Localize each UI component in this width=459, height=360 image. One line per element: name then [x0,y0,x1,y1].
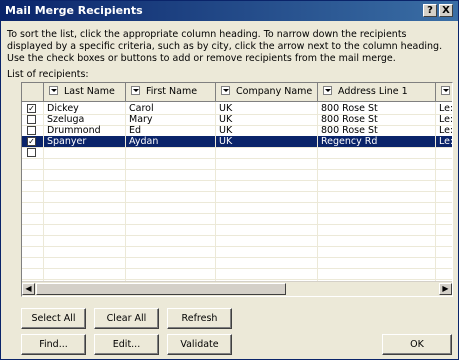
table-cell: Drummond [44,125,126,136]
table-cell: Regency Rd [318,136,436,147]
filter-arrow-icon[interactable] [221,86,230,95]
mail-merge-recipients-dialog: Mail Merge Recipients ? X To sort the li… [0,0,459,360]
grid-row-line [22,224,452,225]
table-cell: 800 Rose St [318,125,436,136]
grid-column-line [43,102,44,282]
grid-row-line [22,202,452,203]
grid-row-line [22,169,452,170]
grid-row-line [22,158,452,159]
recipient-checkbox[interactable]: ✓ [27,104,36,113]
table-cell [216,147,318,158]
table-row[interactable] [22,147,452,158]
header-checkbox-column [22,83,44,102]
grid-column-line [317,102,318,282]
table-cell: Le: [436,125,452,136]
filter-arrow-icon[interactable] [441,86,450,95]
grid-row-line [22,213,452,214]
refresh-button[interactable]: Refresh [167,308,232,329]
grid-column-line [215,102,216,282]
column-header-last-name[interactable]: Last Name [44,83,126,102]
table-cell: UK [216,103,318,114]
table-cell: Le: [436,103,452,114]
filter-arrow-icon[interactable] [323,86,332,95]
close-button[interactable]: X [439,4,453,17]
recipients-list[interactable]: Last Name First Name Company Name Addres… [21,82,453,297]
table-cell: Carol [126,103,216,114]
grid-row-line [22,191,452,192]
table-row[interactable]: ✓ Dickey Carol UK 800 Rose St Le: [22,103,452,114]
horizontal-scrollbar[interactable]: ◀ ▶ [22,281,452,296]
grid-row-line [22,246,452,247]
table-row[interactable]: ✓ Spanyer Aydan UK Regency Rd Le: [22,136,452,147]
column-header-city[interactable] [436,83,452,102]
ok-button[interactable]: OK [382,334,452,355]
table-cell: Dickey [44,103,126,114]
select-all-button[interactable]: Select All [21,308,86,329]
table-cell: Szeluga [44,114,126,125]
dialog-title: Mail Merge Recipients [5,4,143,17]
recipient-checkbox[interactable]: ✓ [27,137,36,146]
grid-column-line [125,102,126,282]
column-header-first-name[interactable]: First Name [126,83,216,102]
list-label: List of recipients: [7,69,89,80]
edit-button[interactable]: Edit... [94,334,159,355]
recipient-checkbox[interactable] [27,126,36,135]
grid-row-line [22,257,452,258]
scroll-left-arrow-icon[interactable]: ◀ [22,283,35,295]
clear-all-button[interactable]: Clear All [94,308,159,329]
filter-arrow-icon[interactable] [49,86,58,95]
grid-row-line [22,268,452,269]
table-cell: UK [216,114,318,125]
table-cell: 800 Rose St [318,103,436,114]
column-header-company-name[interactable]: Company Name [216,83,318,102]
recipient-checkbox[interactable] [27,148,36,157]
table-cell [436,147,452,158]
instructions-text: To sort the list, click the appropriate … [7,29,443,64]
table-cell [44,147,126,158]
column-header-row: Last Name First Name Company Name Addres… [22,83,452,102]
table-cell: 800 Rose St [318,114,436,125]
filter-arrow-icon[interactable] [131,86,140,95]
table-cell: Mary [126,114,216,125]
scroll-right-arrow-icon[interactable]: ▶ [439,283,452,295]
table-cell [318,147,436,158]
table-cell: UK [216,125,318,136]
grid-row-line [22,279,452,280]
table-row[interactable]: Szeluga Mary UK 800 Rose St Le: [22,114,452,125]
grid-row-line [22,235,452,236]
grid-column-line [435,102,436,282]
table-cell: Ed [126,125,216,136]
table-cell [126,147,216,158]
table-cell: Spanyer [44,136,126,147]
recipient-checkbox[interactable] [27,115,36,124]
scroll-thumb[interactable] [36,283,286,295]
title-bar: Mail Merge Recipients ? X [1,1,458,21]
table-row[interactable]: Drummond Ed UK 800 Rose St Le: [22,125,452,136]
table-cell: UK [216,136,318,147]
validate-button[interactable]: Validate [167,334,232,355]
table-cell: Le: [436,114,452,125]
help-button[interactable]: ? [423,4,437,17]
find-button[interactable]: Find... [21,334,86,355]
grid-row-line [22,180,452,181]
table-cell: Aydan [126,136,216,147]
table-cell: Le: [436,136,452,147]
column-header-address-line-1[interactable]: Address Line 1 [318,83,436,102]
